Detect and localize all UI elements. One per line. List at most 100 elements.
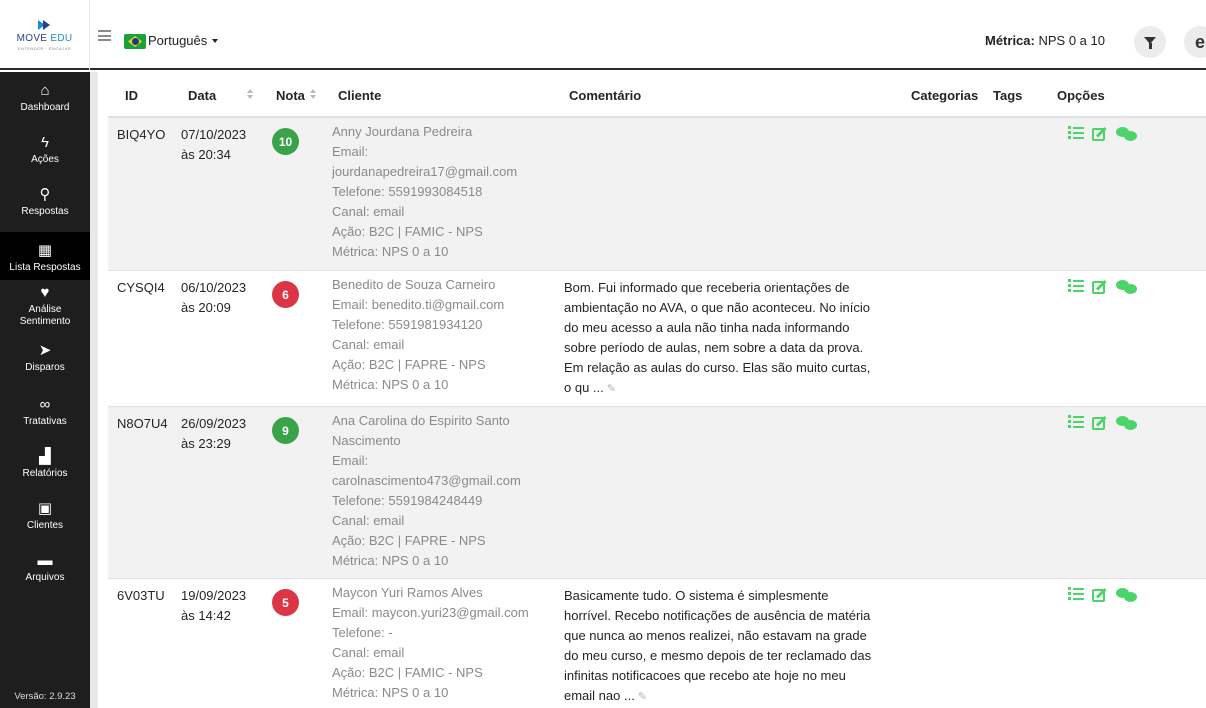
list-icon[interactable]	[1068, 126, 1084, 140]
comment-line: infinitas notificacoes que recebo ate ho…	[564, 668, 846, 683]
sidebar-item-label: Relatórios	[22, 468, 68, 479]
edit-icon[interactable]	[1092, 415, 1108, 430]
sidebar-item-label: Sentimento	[19, 316, 71, 327]
comments-icon[interactable]	[1116, 415, 1138, 430]
list-icon[interactable]	[1068, 415, 1084, 429]
row-date-day: 26/09/2023	[181, 416, 247, 431]
client-info-line: Maycon Yuri Ramos Alves	[332, 585, 483, 600]
column-header-data[interactable]: Data	[188, 88, 254, 103]
sidebar-item-lista-respostas[interactable]: ▦ Lista Respostas	[0, 232, 90, 280]
bolt-icon: ϟ	[41, 134, 49, 151]
score-badge: 5	[272, 589, 299, 616]
row-date-time: às 23:29	[181, 436, 231, 451]
client-info-line: Canal: email	[332, 204, 405, 219]
row-id: BIQ4YO	[117, 127, 166, 142]
sidebar-item-label: Dashboard	[20, 102, 70, 113]
column-header-id[interactable]: ID	[125, 88, 138, 103]
archive-icon: ▬	[37, 552, 53, 569]
comment-line: do meu acesso a aula não tinha nada info…	[564, 320, 850, 335]
client-info-line: Métrica: NPS 0 a 10	[332, 553, 449, 568]
row-date: 07/10/2023 às 20:34	[181, 125, 261, 165]
user-menu-button[interactable]: e	[1184, 26, 1206, 58]
sidebar-item-analise-sentimento[interactable]: ♥ Análise Sentimento	[0, 284, 90, 328]
row-date-day: 07/10/2023	[181, 127, 247, 142]
client-info-line: Ação: B2C | FAMIC - NPS	[332, 665, 483, 680]
comment-line: Bom. Fui informado que receberia orienta…	[564, 280, 850, 295]
sidebar-item-relatorios[interactable]: ▟ Relatórios	[0, 448, 90, 479]
row-client: Maycon Yuri Ramos Alves Email: maycon.yur…	[332, 583, 552, 703]
language-selector[interactable]: Português	[148, 33, 219, 48]
comment-line: que nunca ao menos realizei, não estavam…	[564, 628, 867, 643]
edit-comment-icon[interactable]: ✎	[607, 379, 616, 399]
comment-line: horrível. Recebo notificações de ausênci…	[564, 608, 871, 623]
row-date-time: às 20:34	[181, 147, 231, 162]
version-label: Versão: 2.9.23	[14, 691, 76, 702]
row-date: 19/09/2023 às 14:42	[181, 586, 261, 626]
edit-icon[interactable]	[1092, 126, 1108, 141]
client-info-line: Email:	[332, 453, 369, 468]
table-row[interactable]: 6V03TU 19/09/2023 às 14:42 5 Maycon Yuri…	[108, 579, 1206, 708]
logo-tagline: ENTENDER · ENGAJAR	[17, 45, 72, 51]
table-row[interactable]: N8O7U4 26/09/2023 às 23:29 9 Ana Carolin…	[108, 407, 1206, 579]
client-info-line: Métrica: NPS 0 a 10	[332, 377, 449, 392]
brazil-flag-icon[interactable]	[124, 34, 146, 49]
table-row[interactable]: BIQ4YO 07/10/2023 às 20:34 10 Anny Jourd…	[108, 118, 1206, 271]
comments-icon[interactable]	[1116, 126, 1138, 141]
client-info-line: Telefone: 5591993084518	[332, 184, 483, 199]
row-options	[1068, 126, 1158, 146]
paper-plane-icon: ➤	[38, 342, 52, 359]
row-date: 26/09/2023 às 23:29	[181, 414, 261, 454]
row-options	[1068, 279, 1158, 299]
list-icon[interactable]	[1068, 279, 1084, 293]
client-info-line: Telefone: -	[332, 625, 393, 640]
row-date-day: 06/10/2023	[181, 280, 247, 295]
comment-line: sobre período de aulas, nem sobre a data…	[564, 340, 864, 355]
column-header-label: Data	[188, 88, 217, 103]
sidebar-item-label: Tratativas	[23, 416, 67, 427]
column-header-cliente[interactable]: Cliente	[338, 88, 381, 103]
sidebar-item-label: Lista Respostas	[9, 262, 81, 273]
client-info-line: Telefone: 5591984248449	[332, 493, 483, 508]
metric-label: Métrica:	[985, 33, 1035, 48]
client-info-line: Email: maycon.yuri23@gmail.com	[332, 605, 529, 620]
row-date-time: às 14:42	[181, 608, 231, 623]
column-header-nota[interactable]: Nota	[276, 88, 317, 103]
client-info-line: Telefone: 5591981934120	[332, 317, 483, 332]
edit-icon[interactable]	[1092, 587, 1108, 602]
logo[interactable]: MOVE EDU ENTENDER · ENGAJAR	[0, 0, 90, 70]
sidebar-item-dashboard[interactable]: ⌂ Dashboard	[0, 82, 90, 113]
client-info-line: Canal: email	[332, 337, 405, 352]
client-info-line: Métrica: NPS 0 a 10	[332, 685, 449, 700]
edit-icon[interactable]	[1092, 279, 1108, 294]
row-client: Ana Carolina do Espirito Santo Nascimento…	[332, 411, 552, 571]
column-header-tags[interactable]: Tags	[993, 88, 1022, 103]
table-row[interactable]: CYSQI4 06/10/2023 às 20:09 6 Benedito de…	[108, 271, 1206, 407]
client-info-line: Ação: B2C | FAPRE - NPS	[332, 357, 486, 372]
sidebar-item-arquivos[interactable]: ▬ Arquivos	[0, 552, 90, 583]
scroll-gutter	[90, 72, 98, 708]
sidebar-item-tratativas[interactable]: ∞ Tratativas	[0, 396, 90, 427]
sidebar-item-clientes[interactable]: ▣ Clientes	[0, 500, 90, 531]
list-icon[interactable]	[1068, 587, 1084, 601]
row-id: 6V03TU	[117, 588, 165, 603]
sidebar-item-disparos[interactable]: ➤ Disparos	[0, 342, 90, 373]
bar-chart-icon: ▟	[39, 448, 51, 465]
client-info-line: Ação: B2C | FAPRE - NPS	[332, 533, 486, 548]
sidebar-item-acoes[interactable]: ϟ Ações	[0, 134, 90, 165]
edit-comment-icon[interactable]: ✎	[638, 687, 647, 707]
menu-toggle-icon[interactable]	[98, 30, 111, 41]
column-header-categorias[interactable]: Categorias	[911, 88, 978, 103]
sort-icon[interactable]	[309, 89, 317, 101]
row-comment: Basicamente tudo. O sistema é simplesmen…	[564, 586, 914, 707]
top-header: MOVE EDU ENTENDER · ENGAJAR Português Mé…	[0, 0, 1206, 70]
sort-icon[interactable]	[246, 89, 254, 101]
comments-icon[interactable]	[1116, 279, 1138, 294]
contact-book-icon: ▣	[37, 500, 53, 517]
column-header-comentario[interactable]: Comentário	[569, 88, 641, 103]
filter-button[interactable]	[1134, 26, 1166, 58]
row-options	[1068, 415, 1158, 435]
sidebar-item-label: Clientes	[26, 520, 64, 531]
comments-icon[interactable]	[1116, 587, 1138, 602]
comment-line: do meu curso, e mesmo depois de ter recl…	[564, 648, 872, 663]
sidebar-item-respostas[interactable]: ⚲ Respostas	[0, 186, 90, 217]
